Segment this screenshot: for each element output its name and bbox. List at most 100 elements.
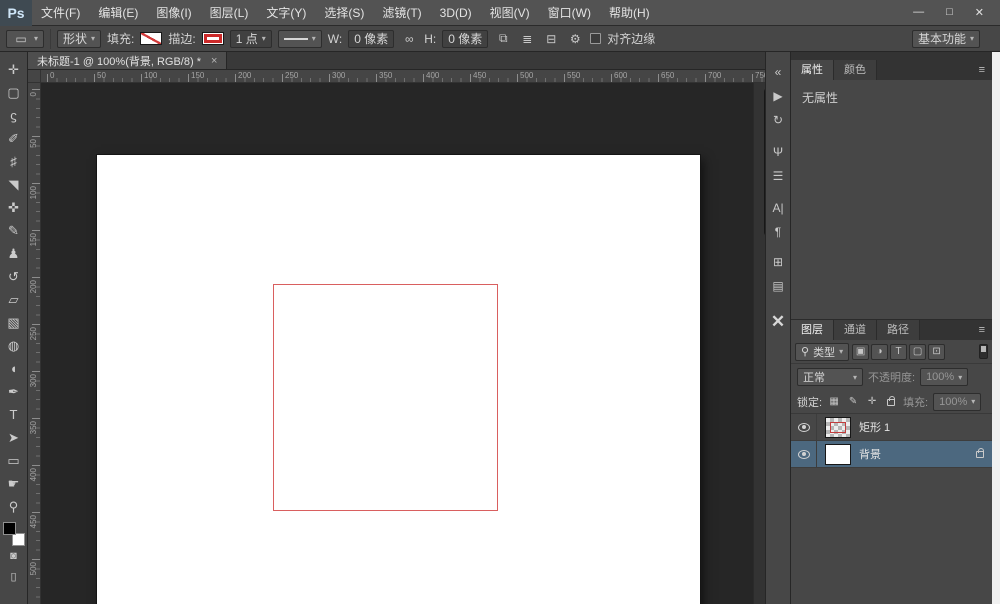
tab-color[interactable]: 颜色	[834, 60, 877, 80]
workspace-switcher[interactable]: 基本功能 ▾	[912, 30, 980, 48]
canvas-area[interactable]: 0501001502002503003504004505005506006507…	[28, 70, 765, 604]
menu-filter[interactable]: 滤镜(T)	[373, 0, 430, 26]
width-field[interactable]: 0 像素	[348, 30, 394, 48]
tab-properties[interactable]: 属性	[791, 60, 834, 80]
layer-row-background[interactable]: 背景	[791, 441, 992, 468]
history-brush-tool[interactable]: ↺	[1, 265, 27, 288]
menu-select[interactable]: 选择(S)	[315, 0, 373, 26]
tool-mode-dropdown[interactable]: 形状 ▾	[57, 30, 101, 48]
fill-swatch[interactable]	[140, 32, 162, 45]
menu-file[interactable]: 文件(F)	[32, 0, 89, 26]
layer-row-rectangle-1[interactable]: 矩形 1	[791, 414, 992, 441]
lock-position-icon[interactable]: ✛	[865, 396, 879, 407]
minimize-button[interactable]: —	[913, 6, 924, 19]
character-panel-icon[interactable]: A|	[767, 198, 789, 218]
panel-menu-icon[interactable]: ≡	[972, 320, 992, 340]
tab-close-icon[interactable]: ×	[211, 55, 217, 67]
fill-field[interactable]: 100% ▾	[933, 393, 981, 411]
filter-toggle[interactable]	[979, 344, 988, 359]
move-tool[interactable]: ✛	[1, 58, 27, 81]
height-field[interactable]: 0 像素	[442, 30, 488, 48]
document-tab[interactable]: 未标题-1 @ 100%(背景, RGB/8) * ×	[28, 52, 227, 69]
paragraph-panel-icon[interactable]: ¶	[767, 222, 789, 242]
tab-channels[interactable]: 通道	[834, 320, 877, 340]
history-panel-icon[interactable]: ↻	[767, 110, 789, 130]
type-tool[interactable]: T	[1, 403, 27, 426]
quick-mask-button[interactable]: ◙	[1, 546, 27, 566]
eyedropper-tool[interactable]: ◥	[1, 173, 27, 196]
visibility-cell[interactable]	[791, 414, 817, 440]
screen-mode-button[interactable]: ▯	[1, 566, 27, 586]
quick-selection-tool[interactable]: ✐	[1, 127, 27, 150]
brush-tool[interactable]: ✎	[1, 219, 27, 242]
lock-all-icon[interactable]	[884, 395, 898, 409]
hand-tool[interactable]: ☛	[1, 472, 27, 495]
zoom-tool[interactable]: ⚲	[1, 495, 27, 518]
close-button[interactable]: ✕	[975, 6, 984, 19]
filter-shape-icon[interactable]: ▢	[909, 344, 926, 360]
adjustments-panel-icon[interactable]: ☰	[767, 166, 789, 186]
page-scrollbar[interactable]	[992, 52, 1000, 604]
visibility-cell[interactable]	[791, 441, 817, 467]
info-panel-icon[interactable]: ⊞	[767, 252, 789, 272]
path-selection-tool[interactable]: ➤	[1, 426, 27, 449]
layer-thumbnail[interactable]	[825, 444, 851, 465]
tool-preset-picker[interactable]: ▭ ▾	[6, 30, 44, 48]
menu-3d[interactable]: 3D(D)	[431, 0, 481, 26]
clone-source-x-icon[interactable]: ✕	[767, 312, 789, 332]
clone-stamp-tool[interactable]: ♟	[1, 242, 27, 265]
layer-name[interactable]: 背景	[859, 446, 881, 462]
lasso-tool[interactable]: ϛ	[1, 104, 27, 127]
ruler-origin-corner[interactable]	[28, 70, 41, 83]
align-edges-checkbox[interactable]	[590, 33, 601, 44]
menu-type[interactable]: 文字(Y)	[257, 0, 315, 26]
shape-rectangle[interactable]	[273, 284, 498, 511]
filter-type-icon[interactable]: T	[890, 344, 907, 360]
spot-healing-brush-tool[interactable]: ✜	[1, 196, 27, 219]
menu-layer[interactable]: 图层(L)	[201, 0, 258, 26]
tab-paths[interactable]: 路径	[877, 320, 920, 340]
lock-transparency-icon[interactable]: ▦	[827, 396, 841, 407]
menu-edit[interactable]: 编辑(E)	[89, 0, 147, 26]
actions-panel-icon[interactable]: ▶	[767, 86, 789, 106]
foreground-color-swatch[interactable]	[3, 522, 16, 535]
link-dimensions-icon[interactable]: ∞	[400, 32, 418, 46]
collapse-panels-icon[interactable]: «	[767, 62, 789, 82]
gear-icon[interactable]: ⚙	[566, 32, 584, 46]
stroke-type-dropdown[interactable]: ▾	[278, 30, 322, 48]
lock-pixels-icon[interactable]: ✎	[846, 396, 860, 407]
blur-tool[interactable]: ◍	[1, 334, 27, 357]
filter-smartobject-icon[interactable]: ⊡	[928, 344, 945, 360]
filter-pixel-icon[interactable]: ▣	[852, 344, 869, 360]
vertical-ruler[interactable]: 050100150200250300350400450500550	[28, 83, 41, 604]
menu-help[interactable]: 帮助(H)	[600, 0, 659, 26]
layer-name[interactable]: 矩形 1	[859, 419, 890, 435]
maximize-button[interactable]: □	[946, 6, 953, 19]
menu-window[interactable]: 窗口(W)	[539, 0, 600, 26]
layer-thumbnail[interactable]	[825, 417, 851, 438]
notes-panel-icon[interactable]: ▤	[767, 276, 789, 296]
menu-image[interactable]: 图像(I)	[147, 0, 200, 26]
menu-view[interactable]: 视图(V)	[481, 0, 539, 26]
3d-panel-icon[interactable]: Ψ	[767, 142, 789, 162]
filter-adjustment-icon[interactable]: ◑	[871, 344, 888, 360]
gradient-tool[interactable]: ▧	[1, 311, 27, 334]
eraser-tool[interactable]: ▱	[1, 288, 27, 311]
path-alignment-icon[interactable]: ≣	[518, 32, 536, 46]
pen-tool[interactable]: ✒	[1, 380, 27, 403]
canvas[interactable]	[97, 155, 700, 604]
opacity-field[interactable]: 100% ▾	[920, 368, 968, 386]
tab-layers[interactable]: 图层	[791, 320, 834, 340]
crop-tool[interactable]: ♯	[1, 150, 27, 173]
stroke-swatch[interactable]	[202, 32, 224, 45]
panel-menu-icon[interactable]: ≡	[972, 60, 992, 80]
horizontal-ruler[interactable]: 0501001502002503003504004505005506006507…	[41, 70, 765, 83]
path-arrangement-icon[interactable]: ⊟	[542, 32, 560, 46]
stroke-width-field[interactable]: 1 点 ▾	[230, 30, 272, 48]
dodge-tool[interactable]: ◖	[1, 357, 27, 380]
path-operations-icon[interactable]: ⧉	[494, 31, 512, 46]
canvas-vertical-scrollbar[interactable]	[753, 83, 765, 604]
rectangle-tool[interactable]: ▭	[1, 449, 27, 472]
blend-mode-dropdown[interactable]: 正常 ▾	[797, 368, 863, 386]
rectangular-marquee-tool[interactable]: ▢	[1, 81, 27, 104]
